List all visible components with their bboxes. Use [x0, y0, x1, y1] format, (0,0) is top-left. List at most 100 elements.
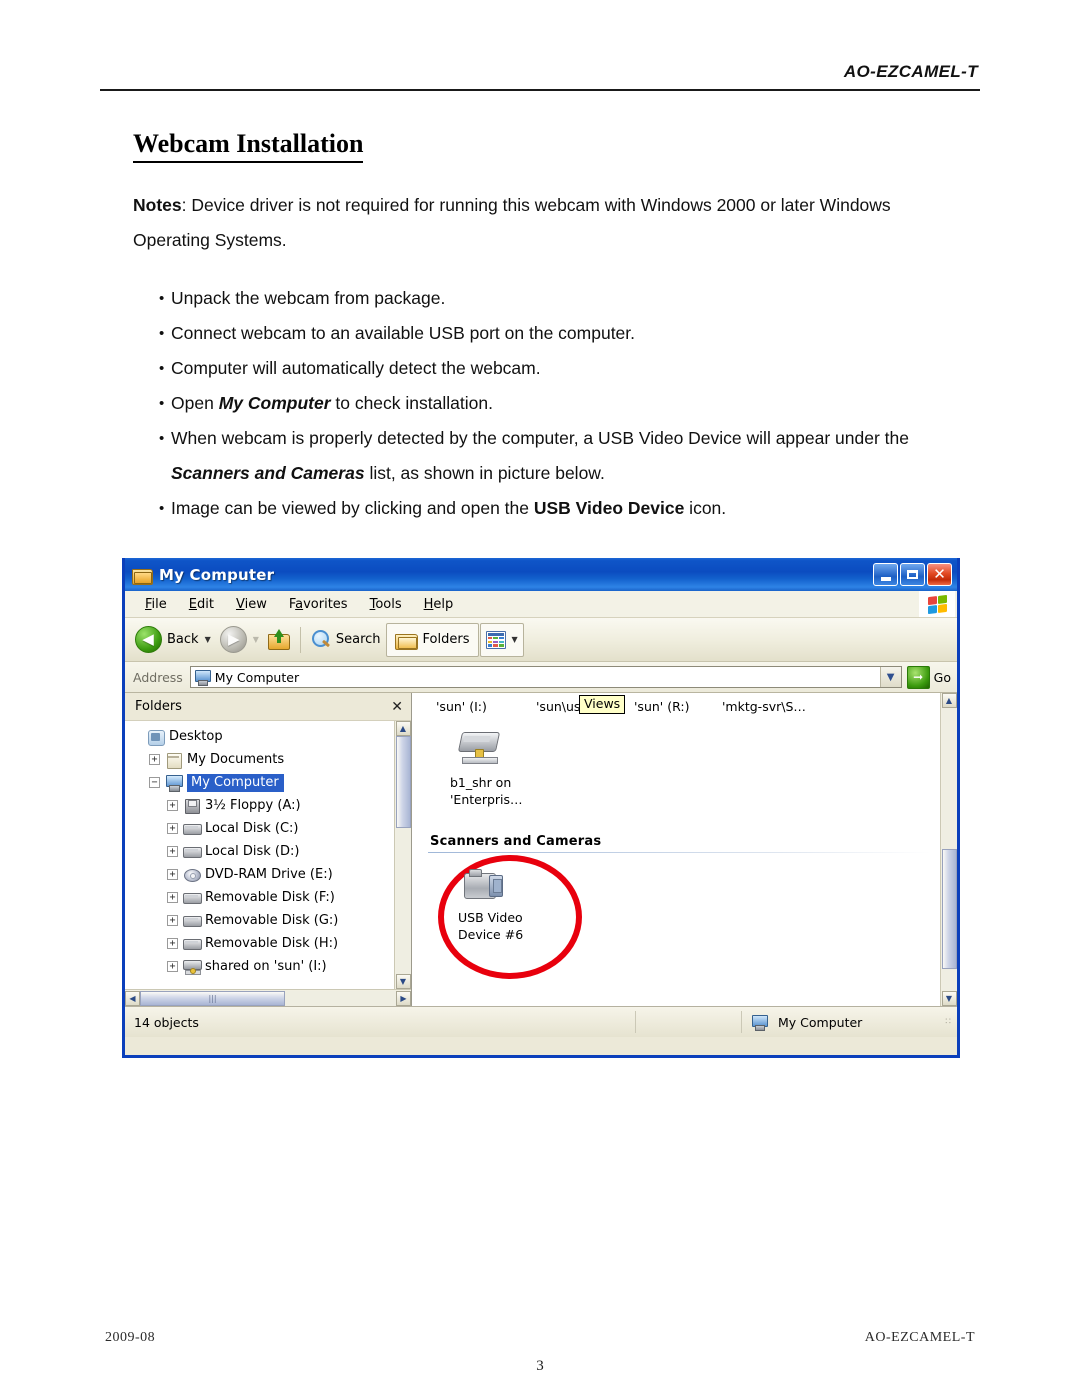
tree-scroll-right-button[interactable]: ▶	[396, 990, 411, 1006]
drive-label-line2: 'Enterpris…	[450, 792, 523, 807]
network-drive-label-3: 'sun' (R:)	[634, 699, 690, 714]
harddisk-icon	[183, 821, 202, 837]
search-button[interactable]: Search	[307, 623, 385, 657]
go-label: Go	[933, 669, 951, 685]
tree-item[interactable]: + Local Disk (C:)	[131, 817, 411, 840]
views-button[interactable]: ▼	[479, 622, 524, 657]
notes-label: Notes	[133, 195, 182, 215]
close-button[interactable]: ✕	[927, 563, 952, 586]
back-button[interactable]: ◀ Back ▼	[131, 623, 215, 657]
menu-item-file[interactable]: File	[134, 597, 178, 612]
tree-item-label: 3½ Floppy (A:)	[205, 798, 301, 813]
expand-icon[interactable]: +	[167, 938, 178, 949]
folders-pane: Folders ✕ Desktop + My Documents − My Comput…	[125, 693, 412, 1006]
address-value: My Computer	[214, 669, 300, 685]
content-scroll-track-bottom[interactable]	[941, 969, 957, 991]
minimize-button[interactable]	[873, 563, 898, 586]
network-drive-label-4: 'mktg-svr\S…	[722, 699, 806, 714]
harddisk-icon	[183, 890, 202, 906]
tree-item[interactable]: + Local Disk (D:)	[131, 840, 411, 863]
folders-button[interactable]: Folders	[385, 622, 479, 657]
tree-item[interactable]: + DVD-RAM Drive (E:)	[131, 863, 411, 886]
expand-icon[interactable]: +	[167, 800, 178, 811]
tree-scroll-down-button[interactable]: ▼	[395, 974, 411, 989]
page-title: Webcam Installation	[133, 129, 364, 163]
menu-item-tools[interactable]: Tools	[359, 597, 413, 612]
resize-grip-icon[interactable]: ∷	[945, 1017, 952, 1026]
tree-horizontal-scrollbar[interactable]: ◀ ||| ▶	[125, 989, 411, 1006]
red-highlight-circle	[438, 855, 582, 979]
forward-button[interactable]: ▶ ▼	[216, 623, 263, 657]
content-vertical-scrollbar[interactable]: ▲ ▼	[940, 693, 957, 1006]
expand-icon[interactable]: +	[167, 892, 178, 903]
tree-scroll-track[interactable]	[395, 828, 411, 974]
tree-item[interactable]: +3½ Floppy (A:)	[131, 794, 411, 817]
instruction-item-text: When webcam is properly detected by the …	[171, 428, 909, 483]
maximize-button[interactable]	[900, 563, 925, 586]
tree-scroll-up-button[interactable]: ▲	[395, 721, 411, 736]
tree-item[interactable]: Desktop	[131, 725, 411, 748]
bullet-marker-icon: •	[159, 325, 165, 342]
instruction-item: • Open My Computer to check installation.	[133, 386, 978, 421]
computer-icon	[165, 774, 183, 792]
camera-icon	[462, 867, 510, 905]
windows-logo-icon	[919, 591, 955, 617]
address-dropdown-icon[interactable]: ▼	[879, 667, 901, 687]
instruction-item-text: Open My Computer to check installation.	[171, 393, 493, 413]
tree-item[interactable]: + My Documents	[131, 748, 411, 771]
address-input[interactable]: My Computer ▼	[189, 666, 902, 688]
usb-video-device-item[interactable]: USB Video Device #6	[438, 855, 582, 979]
documents-icon	[165, 752, 183, 769]
drive-item-b1shr[interactable]: b1_shr on 'Enterpris…	[450, 730, 560, 808]
header-rule	[100, 89, 980, 91]
instruction-item: • Image can be viewed by clicking and ope…	[133, 491, 978, 526]
page-number: 3	[536, 1358, 544, 1374]
menu-item-favorites[interactable]: Favorites	[278, 597, 359, 612]
address-bar: Address My Computer ▼ ➞ Go	[125, 662, 957, 693]
desktop-icon	[147, 729, 165, 746]
views-tooltip: Views	[579, 695, 626, 714]
tree-scroll-thumb[interactable]	[395, 736, 411, 828]
instruction-item: • When webcam is properly detected by the…	[133, 421, 978, 491]
header-product-code: AO-EZCAMEL-T	[843, 62, 978, 81]
address-label: Address	[133, 669, 183, 685]
collapse-icon[interactable]: −	[149, 777, 160, 788]
expand-icon[interactable]: +	[167, 961, 178, 972]
tree-item[interactable]: − My Computer	[131, 771, 411, 794]
up-button[interactable]	[264, 623, 294, 657]
toolbar-separator	[299, 626, 301, 653]
network-drive-icon	[183, 959, 202, 975]
content-scroll-thumb[interactable]	[941, 849, 957, 969]
tree-item-label: Desktop	[169, 729, 223, 744]
go-button[interactable]: ➞ Go	[902, 665, 957, 689]
network-drives-row: 'sun' (I:) 'sun\us 'sun' (R:) 'mktg-svr\…	[422, 695, 941, 714]
tree-scroll-left-button[interactable]: ◀	[125, 990, 140, 1006]
content-scroll-down-button[interactable]: ▼	[941, 991, 957, 1006]
expand-icon[interactable]: +	[167, 915, 178, 926]
menu-item-help[interactable]: Help	[413, 597, 465, 612]
forward-arrow-icon: ▶	[219, 626, 247, 653]
content-scroll-up-button[interactable]: ▲	[941, 693, 957, 708]
menu-item-edit[interactable]: Edit	[178, 597, 225, 612]
content-scroll-track-top[interactable]	[941, 708, 957, 849]
toolbar: ◀ Back ▼ ▶ ▼ Search Folders ▼	[125, 618, 957, 662]
tree-hscroll-thumb[interactable]: |||	[140, 990, 285, 1006]
tree-vertical-scrollbar[interactable]: ▲ ▼	[394, 721, 411, 989]
expand-icon[interactable]: +	[167, 823, 178, 834]
section-divider	[428, 852, 931, 853]
views-dropdown-icon[interactable]: ▼	[512, 635, 518, 644]
tree-item[interactable]: + Removable Disk (G:)	[131, 909, 411, 932]
tree-item[interactable]: + shared on 'sun' (I:)	[131, 955, 411, 978]
tree-hscroll-track[interactable]	[285, 990, 396, 1006]
page-header: AO-EZCAMEL-T	[100, 62, 980, 91]
folders-pane-close-icon[interactable]: ✕	[391, 699, 403, 715]
tree-item[interactable]: + Removable Disk (F:)	[131, 886, 411, 909]
tree-item[interactable]: + Removable Disk (H:)	[131, 932, 411, 955]
expand-icon[interactable]: +	[167, 869, 178, 880]
section-heading-scanners-cameras: Scanners and Cameras	[430, 834, 602, 849]
expand-icon[interactable]: +	[167, 846, 178, 857]
expand-icon[interactable]: +	[149, 754, 160, 765]
menu-item-view[interactable]: View	[225, 597, 278, 612]
back-dropdown-icon[interactable]: ▼	[205, 635, 211, 644]
folder-tree: Desktop + My Documents − My Computer +3½ Flop…	[125, 721, 411, 989]
